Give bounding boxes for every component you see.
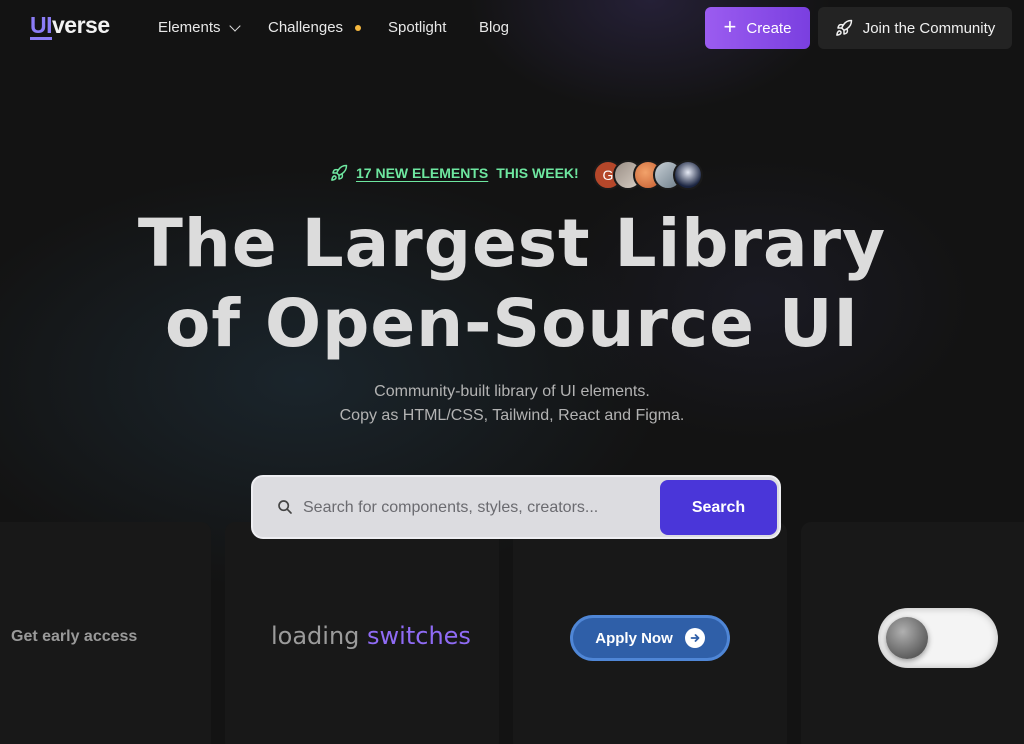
- chevron-down-icon: [228, 19, 241, 32]
- hero-subtitle-line-1: Community-built library of UI elements.: [374, 383, 650, 400]
- search-input[interactable]: [303, 494, 643, 522]
- join-community-label: Join the Community: [862, 19, 996, 37]
- avatar[interactable]: [673, 160, 703, 190]
- loading-word: loading: [271, 622, 360, 650]
- hero-subtitle-line-2: Copy as HTML/CSS, Tailwind, React and Fi…: [339, 407, 685, 424]
- arrow-right-icon: [684, 628, 705, 648]
- early-access-text: Get early access: [11, 628, 138, 645]
- logo-ui-text: UI: [30, 12, 53, 38]
- create-button[interactable]: + Create: [705, 7, 810, 49]
- nav-elements[interactable]: Elements: [158, 19, 241, 36]
- new-indicator-dot: [355, 24, 362, 31]
- toggle-switch[interactable]: [878, 608, 998, 668]
- rocket-icon: [331, 164, 348, 181]
- avatar-initial: G: [602, 167, 614, 183]
- hero-title-line-1: The Largest Library: [137, 205, 887, 282]
- this-week-text: THIS WEEK!: [496, 165, 579, 181]
- loading-switches-text: loading switches: [271, 622, 471, 650]
- join-community-button[interactable]: Join the Community: [818, 7, 1012, 49]
- switches-word: switches: [367, 622, 471, 650]
- apply-now-button[interactable]: Apply Now: [570, 615, 730, 661]
- plus-icon: +: [723, 14, 737, 39]
- nav-spotlight-label: Spotlight: [388, 19, 447, 36]
- nav-challenges[interactable]: Challenges: [268, 19, 362, 36]
- create-button-label: Create: [746, 19, 792, 37]
- apply-now-label: Apply Now: [595, 629, 673, 647]
- search-bar: Search: [251, 475, 781, 539]
- new-elements-link[interactable]: 17 NEW ELEMENTS: [356, 165, 488, 181]
- rocket-icon: [835, 19, 852, 36]
- hero-title-line-2: of Open-Source UI: [165, 285, 859, 362]
- nav-challenges-label: Challenges: [268, 19, 344, 36]
- search-button[interactable]: Search: [660, 480, 777, 535]
- uiverse-logo[interactable]: UIverse: [30, 12, 110, 39]
- nav-blog-label: Blog: [479, 19, 510, 36]
- logo-verse-text: verse: [52, 12, 110, 38]
- nav-spotlight[interactable]: Spotlight: [388, 19, 446, 36]
- top-navbar: UIverse Elements Challenges Spotlight Bl…: [0, 0, 1024, 56]
- toggle-knob[interactable]: [886, 617, 928, 659]
- search-icon: [278, 500, 292, 514]
- nav-elements-label: Elements: [158, 19, 221, 36]
- nav-blog[interactable]: Blog: [479, 19, 509, 36]
- contributor-avatars: G: [593, 160, 703, 190]
- new-elements-badge: 17 NEW ELEMENTS THIS WEEK!: [330, 164, 579, 182]
